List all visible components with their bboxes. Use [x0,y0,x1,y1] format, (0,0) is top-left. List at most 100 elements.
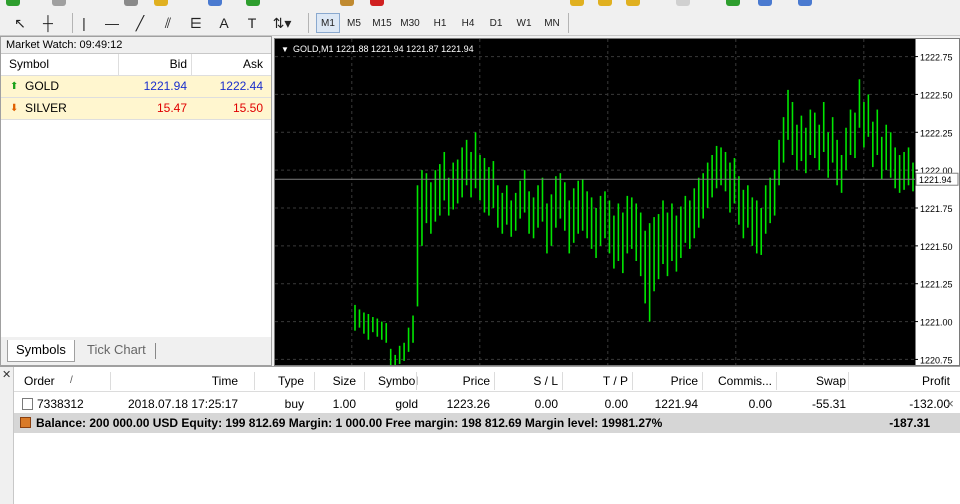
horizontal-line-icon[interactable]: — [102,12,122,34]
chart-background [275,39,959,365]
options-icon[interactable] [798,0,812,6]
arrow-up-icon: ⬆ [10,81,19,92]
chart-canvas[interactable]: 1222.751222.501222.251222.001221.751221.… [275,39,960,366]
toolbar-separator [308,13,309,33]
column-divider [254,372,255,390]
column-divider [848,372,849,390]
symbol-column-header[interactable]: Symbol [9,54,49,75]
timeframe-h1[interactable]: H1 [428,13,452,33]
vertical-line-icon[interactable]: | [74,12,94,34]
timeframe-m30[interactable]: M30 [398,13,422,33]
period-icon[interactable] [626,0,640,6]
market-watch-row[interactable]: ⬆ GOLD 1221.94 1222.44 [1,76,271,98]
current-price-label: 1221.94 [919,175,952,185]
ask-price: 15.50 [232,101,263,115]
tab-tick-chart[interactable]: Tick Chart [79,340,154,362]
close-icon[interactable]: ✕ [2,368,11,381]
column-divider [702,372,703,390]
market-watch-row[interactable]: ⬇ SILVER 15.47 15.50 [1,98,271,120]
column-divider [776,372,777,390]
screenshot-icon[interactable] [676,0,690,6]
market-watch-header: Symbol Bid Ask [1,54,271,76]
crosshair-icon[interactable]: ┼ [38,12,58,34]
column-header[interactable]: Profit [860,370,950,392]
sort-indicator: / [70,375,73,386]
column-divider [314,372,315,390]
close-order-icon[interactable]: × [944,393,956,415]
bid-column-header[interactable]: Bid [170,54,187,75]
timeframe-mn[interactable]: MN [540,13,564,33]
chart-header-icon: ▼ [281,45,289,54]
order-ticket: 7338312 [22,393,84,415]
stop-icon[interactable] [370,0,384,6]
indicators-icon[interactable] [124,0,138,6]
timeframe-h4[interactable]: H4 [456,13,480,33]
order-icon [22,397,33,410]
fibonacci-icon[interactable]: ⋿ [186,12,206,34]
column-divider [364,372,365,390]
toolbar-separator [72,13,73,33]
y-tick-label: 1222.75 [920,53,953,63]
main-toolbar: ↖ ┼ | — ╱ ⫽ ⋿ A T ⇅▾ M1 M5 M15 M30 H1 H4 D1 W1 MN [0,0,960,36]
symbol-name: SILVER [25,101,67,115]
order-row[interactable]: 7338312 2018.07.18 17:25:17 buy 1.00 gold 122… [14,393,960,415]
properties-icon[interactable] [758,0,772,6]
profiles-icon[interactable] [52,0,66,6]
column-divider [110,372,111,390]
text-icon[interactable]: A [214,12,234,34]
column-header[interactable]: Order [24,370,55,392]
price-chart[interactable]: 1222.75 1222.50 1222.25 1222.00 1221.75 1221.… [274,38,960,366]
equidistant-channel-icon[interactable]: ⫽ [158,12,178,34]
column-divider [416,372,417,390]
column-header[interactable]: Swap [756,370,846,392]
y-tick-label: 1220.75 [920,355,953,365]
order-swap: -55.31 [811,397,846,411]
arrow-down-icon: ⬇ [10,103,19,114]
autotrading-icon[interactable] [340,0,354,6]
balance-icon [20,417,31,429]
y-tick-label: 1221.25 [920,280,953,290]
top-toolbar-strip [0,0,960,8]
timeframe-m1[interactable]: M1 [316,13,340,33]
y-tick-label: 1221.00 [920,318,953,328]
order-number: 7338312 [37,397,84,411]
timeframe-m5[interactable]: M5 [342,13,366,33]
tab-divider [155,343,156,359]
chart-header: GOLD,M1 1221.88 1221.94 1221.87 1221.94 [293,44,474,54]
y-tick-label: 1222.25 [920,128,953,138]
ask-price: 1222.44 [219,79,263,93]
ask-column-header[interactable]: Ask [243,54,263,75]
y-tick-label: 1221.50 [920,242,953,252]
timeframe-w1[interactable]: W1 [512,13,536,33]
tab-symbols[interactable]: Symbols [7,340,75,362]
market-watch-tabs: Symbols Tick Chart [1,337,271,365]
arrows-dropdown-icon[interactable]: ⇅▾ [272,12,292,34]
terminal-panel: ✕ Order Time Type Size Symbol Price S / LT / P… [0,366,960,504]
balance-row: Balance: 200 000.00 USD Equity: 199 812.… [14,413,960,433]
column-divider [562,372,563,390]
zoom-icon[interactable] [208,0,222,6]
add-icon[interactable] [726,0,740,6]
column-divider [494,372,495,390]
column-divider [632,372,633,390]
templates-icon[interactable] [154,0,168,6]
bid-price: 15.47 [156,101,187,115]
text-label-icon[interactable]: T [242,12,262,34]
shift-icon[interactable] [598,0,612,6]
toolbar-separator [568,13,569,33]
cursor-icon[interactable]: ↖ [10,12,30,34]
y-tick-label: 1221.75 [920,204,953,214]
symbol-name: GOLD [25,79,60,93]
timeframe-m15[interactable]: M15 [370,13,394,33]
y-tick-label: 1222.50 [920,90,953,100]
scroll-icon[interactable] [570,0,584,6]
market-watch-rows: ⬆ GOLD 1221.94 1222.44 ⬇ SILVER 15.47 15.50 [1,76,271,120]
total-profit: -187.31 [889,416,930,430]
market-watch-panel: Market Watch: 09:49:12 Symbol Bid Ask ⬆ G… [0,36,272,366]
timeframe-d1[interactable]: D1 [484,13,508,33]
trendline-icon[interactable]: ╱ [130,12,150,34]
balance-summary: Balance: 200 000.00 USD Equity: 199 812.… [20,413,662,433]
new-chart-icon[interactable] [6,0,20,6]
zoom-in-icon[interactable] [246,0,260,6]
bid-price: 1221.94 [143,79,187,93]
